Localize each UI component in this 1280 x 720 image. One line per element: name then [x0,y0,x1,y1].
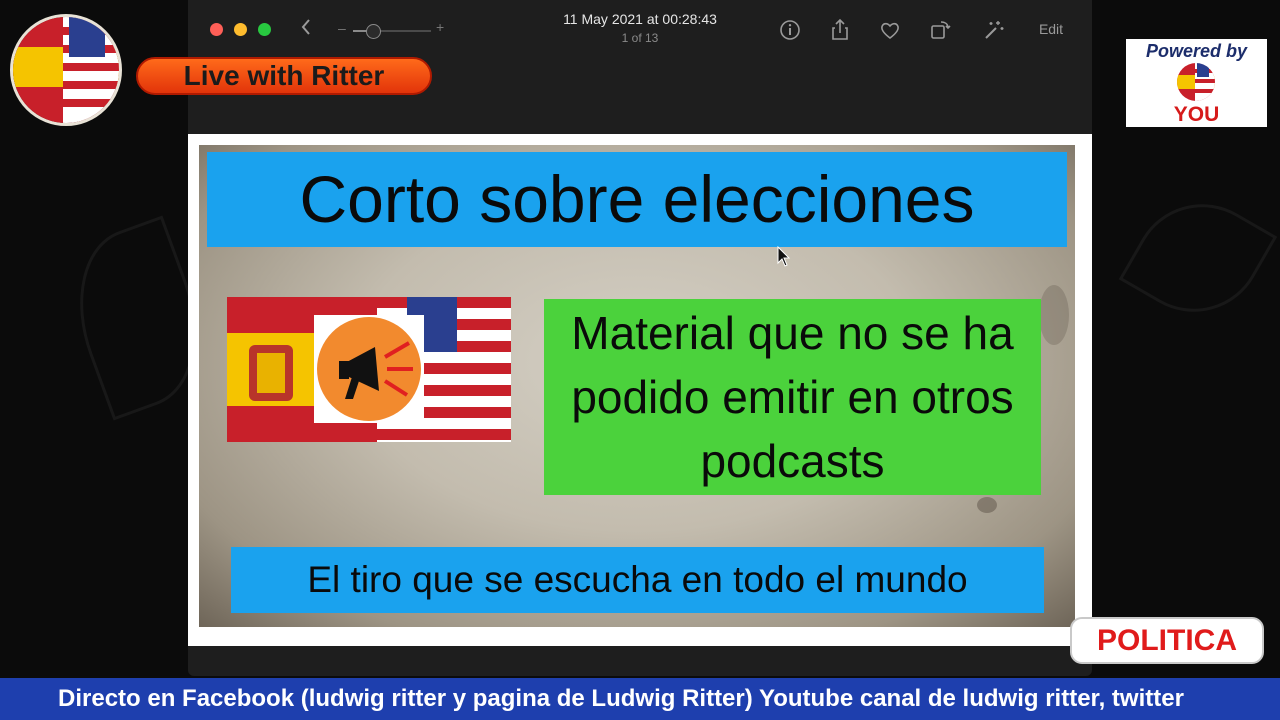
back-button[interactable] [300,18,312,41]
edit-button[interactable]: Edit [1026,14,1076,44]
category-badge: POLITICA [1070,617,1264,664]
rotate-button[interactable] [927,17,953,43]
powered-by-logo [1177,63,1215,101]
enhance-button[interactable] [981,17,1007,43]
slide-green-text: Material que no se ha podido emitir en o… [571,307,1014,487]
zoom-slider-knob[interactable] [366,24,381,39]
powered-by-you: YOU [1173,103,1220,126]
paper-stain [977,497,997,513]
spain-usa-flag-image [227,297,511,442]
zoom-slider[interactable] [353,24,431,39]
powered-by-text: Powered by [1145,41,1248,61]
magic-wand-icon [985,21,1004,39]
zoom-in-label: + [436,19,445,35]
news-ticker: Directo en Facebook (ludwig ritter y pag… [0,678,1280,720]
background-leaf [1118,178,1278,338]
live-show-label: Live with Ritter [136,57,432,95]
minimize-window-button[interactable] [234,23,247,36]
photo-canvas: Corto sobre elecciones Material que no s… [188,134,1092,646]
photo-count: 1 of 13 [621,31,659,45]
slide-subtitle: El tiro que se escucha en todo el mundo [231,547,1044,613]
chevron-left-icon [301,19,310,35]
photo-date-title: 11 May 2021 at 00:28:43 [563,11,717,27]
info-icon [780,20,800,40]
heart-icon [881,22,899,40]
photo-viewer-window: – + 11 May 2021 at 00:28:43 1 of 13 Edit… [188,0,1092,676]
slide-title: Corto sobre elecciones [207,152,1067,247]
paper-stain [1039,285,1069,345]
channel-logo [10,14,122,126]
close-window-button[interactable] [210,23,223,36]
zoom-out-label: – [338,20,346,36]
share-icon [832,18,848,40]
title-bar: – + 11 May 2021 at 00:28:43 1 of 13 Edit [188,0,1092,60]
slide-image: Corto sobre elecciones Material que no s… [199,145,1075,627]
fullscreen-window-button[interactable] [258,23,271,36]
info-button[interactable] [777,17,803,43]
favorite-button[interactable] [877,17,903,43]
share-button[interactable] [827,17,853,43]
powered-by-box: Powered by YOU [1126,39,1267,127]
slide-green-note: Material que no se ha podido emitir en o… [544,299,1041,495]
rotate-icon [931,21,951,39]
ticker-text: Directo en Facebook (ludwig ritter y pag… [58,685,1184,712]
mouse-pointer-icon [777,246,791,267]
